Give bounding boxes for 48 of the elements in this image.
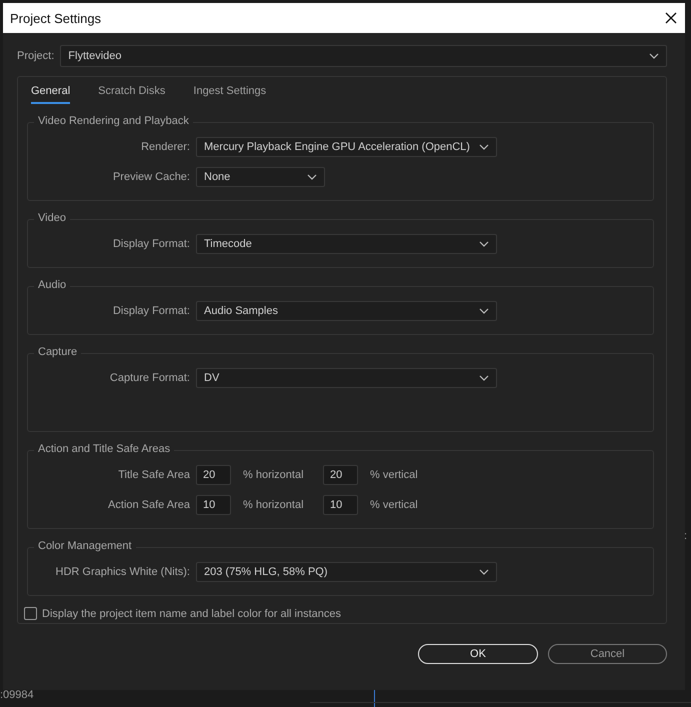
chevron-down-icon bbox=[479, 241, 489, 247]
tab[interactable]: Ingest Settings bbox=[193, 83, 266, 104]
chevron-down-icon bbox=[649, 53, 659, 59]
unit-label: % vertical bbox=[369, 499, 419, 511]
unit-label: % horizontal bbox=[242, 469, 305, 481]
unit-label: % vertical bbox=[369, 469, 419, 481]
tab[interactable]: Scratch Disks bbox=[98, 83, 166, 104]
checkbox-label: Display the project item name and label color for all instances bbox=[42, 608, 341, 620]
group-title: Video Rendering and Playback bbox=[34, 115, 193, 127]
background-text: : bbox=[684, 530, 688, 542]
field-label: Renderer: bbox=[140, 141, 190, 153]
chevron-down-icon bbox=[479, 569, 489, 575]
timecode-text: :09984 bbox=[0, 689, 34, 701]
number-field[interactable]: 10 bbox=[323, 495, 358, 515]
chevron-down-icon bbox=[307, 174, 317, 180]
dropdown[interactable]: Timecode bbox=[196, 234, 497, 254]
group-title: Color Management bbox=[34, 540, 136, 552]
chevron-down-icon bbox=[479, 375, 489, 381]
tab[interactable]: General bbox=[31, 83, 70, 104]
ok-button[interactable]: OK bbox=[418, 644, 538, 664]
field-label: Preview Cache: bbox=[112, 171, 190, 183]
checkbox[interactable] bbox=[24, 607, 37, 620]
field-label: HDR Graphics White (Nits): bbox=[54, 566, 190, 578]
chevron-down-icon bbox=[479, 144, 489, 150]
group-title: Action and Title Safe Areas bbox=[34, 443, 174, 455]
group-title: Capture bbox=[34, 346, 82, 358]
field-label: Capture Format: bbox=[108, 372, 190, 384]
field-label: Title Safe Area bbox=[117, 469, 190, 481]
dropdown[interactable]: Audio Samples bbox=[196, 301, 497, 321]
project-label: Project: bbox=[17, 50, 54, 62]
number-field[interactable]: 10 bbox=[196, 495, 231, 515]
chevron-down-icon bbox=[479, 308, 489, 314]
field-label: Display Format: bbox=[112, 238, 190, 250]
close-icon[interactable] bbox=[665, 12, 677, 24]
cancel-button[interactable]: Cancel bbox=[548, 644, 667, 664]
unit-label: % horizontal bbox=[242, 499, 305, 511]
group-title: Video bbox=[34, 212, 70, 224]
number-field[interactable]: 20 bbox=[196, 465, 231, 485]
field-label: Action Safe Area bbox=[107, 499, 190, 511]
field-label: Display Format: bbox=[112, 305, 190, 317]
dropdown[interactable]: 203 (75% HLG, 58% PQ) bbox=[196, 562, 497, 582]
window-title: Project Settings bbox=[10, 10, 102, 26]
number-field[interactable]: 20 bbox=[323, 465, 358, 485]
dropdown[interactable]: DV bbox=[196, 368, 497, 388]
group-title: Audio bbox=[34, 279, 70, 291]
project-dropdown[interactable]: Flyttevideo bbox=[60, 45, 667, 67]
dropdown[interactable]: Mercury Playback Engine GPU Acceleration (OpenCL) bbox=[196, 137, 497, 157]
dropdown[interactable]: None bbox=[196, 167, 325, 187]
